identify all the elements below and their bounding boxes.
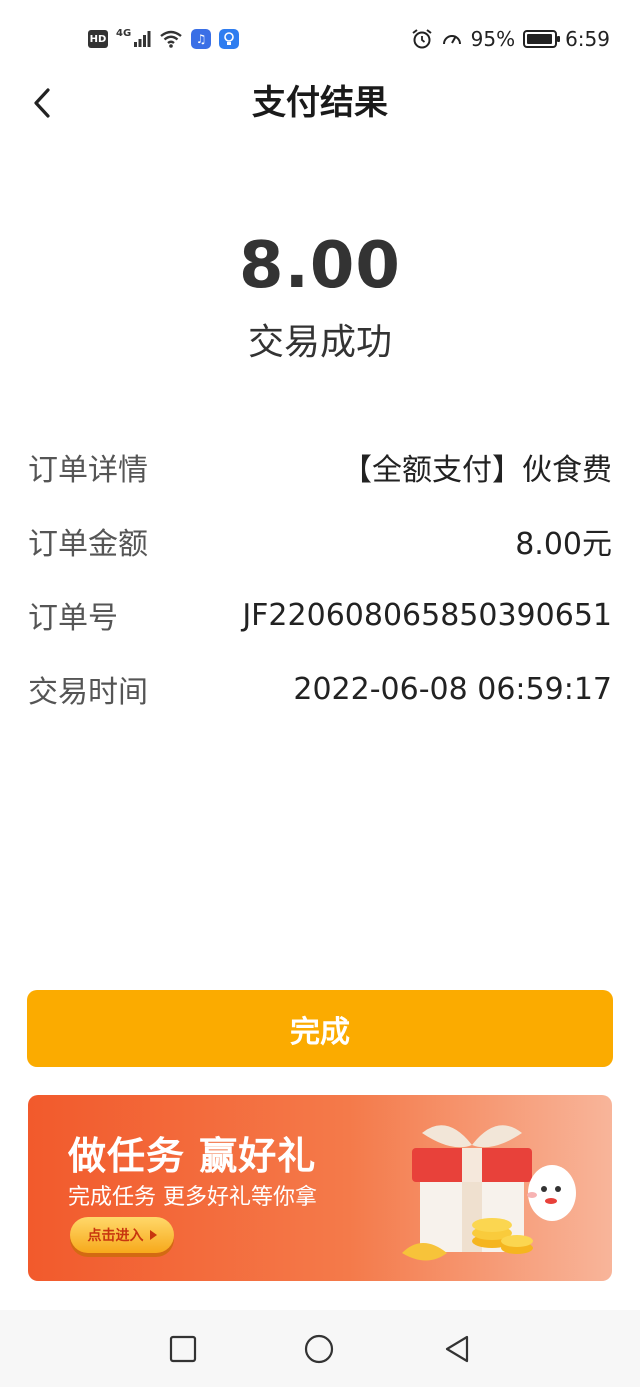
signal-icon (134, 31, 151, 47)
detail-value: 8.00元 (515, 527, 612, 562)
detail-row-transaction-time: 交易时间 2022-06-08 06:59:17 (28, 652, 612, 726)
status-bar-left: HD 4G ♫ (88, 26, 240, 52)
speedometer-icon (442, 35, 461, 45)
nav-back-button[interactable] (440, 1332, 474, 1366)
promo-title: 做任务 赢好礼 (68, 1134, 317, 1178)
network-type: 4G (116, 27, 132, 39)
detail-row-order-amount: 订单金额 8.00元 (28, 504, 612, 578)
status-bar-right: 95% 6:59 (411, 26, 610, 52)
page-title: 支付结果 (252, 83, 388, 123)
hd-icon: HD (88, 30, 108, 48)
status-bar: HD 4G ♫ 95% 6:59 (0, 0, 640, 78)
music-app-icon: ♫ (191, 29, 212, 49)
lightbulb-app-icon (219, 29, 240, 49)
promo-subtitle: 完成任务 更多好礼等你拿 (68, 1185, 317, 1210)
recent-apps-square-icon (169, 1335, 197, 1363)
recent-apps-button[interactable] (166, 1332, 200, 1366)
done-button[interactable]: 完成 (27, 990, 613, 1067)
payment-status: 交易成功 (247, 322, 392, 363)
wifi-icon (160, 30, 182, 48)
detail-label: 交易时间 (28, 675, 148, 710)
detail-label: 订单详情 (28, 453, 148, 488)
system-navigation-bar (0, 1310, 640, 1387)
detail-value: 2022-06-08 06:59:17 (293, 671, 612, 707)
page-header: 支付结果 (0, 78, 640, 128)
clock-time: 6:59 (565, 27, 610, 51)
order-detail-list: 订单详情 【全额支付】伙食费 订单金额 8.00元 订单号 JF22060806… (28, 430, 612, 726)
gift-box-illustration (402, 1125, 576, 1261)
detail-value: JF220608065850390651 (242, 597, 612, 633)
alarm-icon (412, 29, 432, 49)
back-triangle-icon (445, 1335, 469, 1363)
detail-label: 订单号 (28, 601, 118, 636)
promo-enter-button[interactable]: 点击进入 (70, 1217, 174, 1253)
home-circle-icon (304, 1334, 334, 1364)
payment-amount: 8.00 (239, 229, 401, 303)
battery-percent: 95% (470, 27, 516, 51)
battery-icon (523, 30, 561, 48)
home-button[interactable] (302, 1332, 336, 1366)
detail-row-order-number: 订单号 JF220608065850390651 (28, 578, 612, 652)
detail-value: 【全额支付】伙食费 (342, 453, 612, 488)
detail-row-order-details: 订单详情 【全额支付】伙食费 (28, 430, 612, 504)
detail-label: 订单金额 (28, 527, 148, 562)
play-arrow-icon (149, 1230, 157, 1240)
promo-enter-label: 点击进入 (87, 1228, 144, 1244)
promo-banner[interactable]: 做任务 赢好礼 完成任务 更多好礼等你拿 点击进入 (28, 1095, 612, 1281)
